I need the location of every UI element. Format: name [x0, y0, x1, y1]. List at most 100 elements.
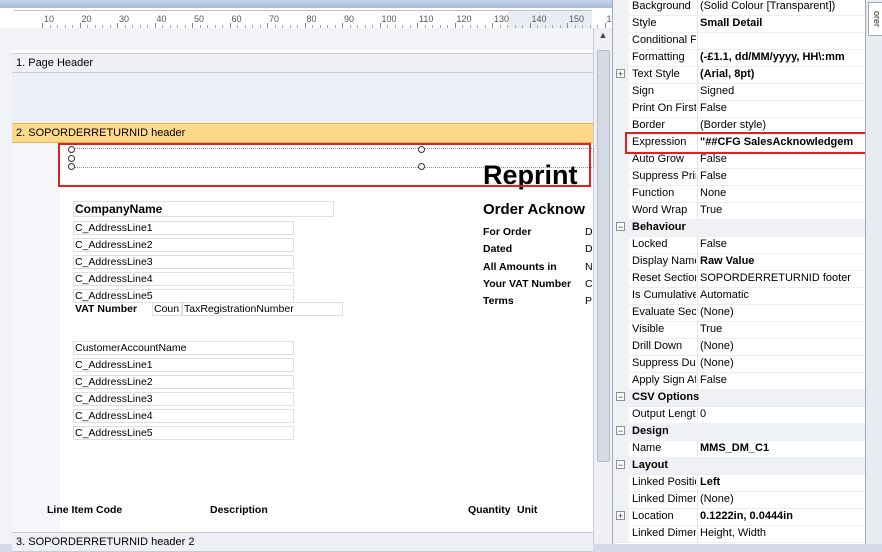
expand-icon[interactable]: + — [616, 511, 625, 521]
property-row[interactable]: Suppress Duplicates (None) — [613, 355, 866, 373]
company-address-line[interactable]: C_AddressLine3 — [73, 255, 294, 269]
property-category[interactable]: − CSV Options — [613, 389, 866, 407]
property-value[interactable]: (-£1.1, dd/MM/yyyy, HH\:mm — [700, 49, 866, 66]
property-value[interactable]: SOPORDERRETURNID footer — [700, 270, 866, 287]
customer-account-field[interactable]: CustomerAccountName — [73, 341, 294, 355]
property-row[interactable]: Print On First False — [613, 100, 866, 118]
property-row[interactable]: Apply Sign After False — [613, 372, 866, 390]
property-row[interactable]: Display Name Raw Value — [613, 253, 866, 271]
property-row[interactable]: Visible True — [613, 321, 866, 339]
property-row[interactable]: Reset Section SOPORDERRETURNID footer — [613, 270, 866, 288]
column-divider — [697, 372, 698, 389]
col-description[interactable]: Description — [210, 504, 268, 516]
customer-address-line[interactable]: C_AddressLine5 — [73, 426, 294, 440]
order-info-value[interactable]: D — [585, 226, 593, 238]
col-line-item-code[interactable]: Line Item Code — [47, 504, 122, 516]
property-value[interactable]: (None) — [700, 355, 866, 372]
vat-country-field[interactable]: Coun — [152, 302, 182, 316]
property-value[interactable]: (Solid Colour [Transparent]) — [700, 0, 866, 15]
property-row[interactable]: Evaluate Section (None) — [613, 304, 866, 322]
property-row[interactable]: Style Small Detail — [613, 15, 866, 33]
side-tab[interactable]: orer — [868, 2, 882, 36]
order-ack-title[interactable]: Order Acknow — [483, 201, 585, 218]
company-address-line[interactable]: C_AddressLine1 — [73, 221, 294, 235]
property-row[interactable]: Name MMS_DM_C1 — [613, 440, 866, 458]
page-header-area[interactable] — [12, 73, 593, 123]
property-row[interactable]: Word Wrap True — [613, 202, 866, 220]
property-value[interactable]: Signed — [700, 83, 866, 100]
company-name-field[interactable]: CompanyName — [73, 201, 334, 217]
property-value[interactable]: False — [700, 236, 866, 253]
property-row[interactable]: Is Cumulative Automatic — [613, 287, 866, 305]
property-value[interactable]: False — [700, 168, 866, 185]
order-info-label[interactable]: Your VAT Number — [483, 278, 571, 290]
col-unit[interactable]: Unit — [517, 504, 537, 516]
property-value[interactable]: 0.1222in, 0.0444in — [700, 508, 866, 525]
property-value[interactable]: False — [700, 372, 866, 389]
property-row[interactable]: Drill Down (None) — [613, 338, 866, 356]
vat-number-label[interactable]: VAT Number — [75, 303, 137, 315]
company-address-line[interactable]: C_AddressLine5 — [73, 289, 294, 303]
collapse-icon[interactable]: − — [616, 426, 625, 436]
property-category[interactable]: − Design — [613, 423, 866, 441]
property-row[interactable]: Background (Solid Colour [Transparent]) — [613, 0, 866, 16]
property-value[interactable] — [700, 32, 866, 49]
property-value[interactable]: True — [700, 202, 866, 219]
scrollbar-thumb[interactable] — [597, 50, 610, 462]
expand-icon[interactable]: + — [616, 69, 625, 79]
order-info-value[interactable]: P — [585, 295, 593, 307]
property-row[interactable]: Suppress Print False — [613, 168, 866, 186]
order-info-value[interactable]: N — [585, 261, 593, 273]
customer-address-line[interactable]: C_AddressLine4 — [73, 409, 294, 423]
property-row[interactable]: Formatting (-£1.1, dd/MM/yyyy, HH\:mm — [613, 49, 866, 67]
customer-address-line[interactable]: C_AddressLine2 — [73, 375, 294, 389]
order-info-label[interactable]: Dated — [483, 243, 512, 255]
property-row[interactable]: Sign Signed — [613, 83, 866, 101]
company-address-line[interactable]: C_AddressLine2 — [73, 238, 294, 252]
property-category[interactable]: − Behaviour — [613, 219, 866, 237]
order-info-value[interactable]: C — [585, 278, 593, 290]
property-value[interactable]: (Arial, 8pt) — [700, 66, 866, 83]
property-row[interactable]: Linked Dimensions Height, Width — [613, 525, 866, 543]
property-row[interactable]: Output Length 0 — [613, 406, 866, 424]
property-row[interactable]: Function None — [613, 185, 866, 203]
company-address-line[interactable]: C_AddressLine4 — [73, 272, 294, 286]
property-value[interactable]: 0 — [700, 406, 866, 423]
customer-address-line[interactable]: C_AddressLine3 — [73, 392, 294, 406]
property-row[interactable]: Conditional Formatting — [613, 32, 866, 50]
property-value[interactable]: False — [700, 100, 866, 117]
property-row[interactable]: Locked False — [613, 236, 866, 254]
property-value[interactable]: True — [700, 321, 866, 338]
property-row[interactable]: + Location 0.1222in, 0.0444in — [613, 508, 866, 526]
order-info-label[interactable]: All Amounts in — [483, 261, 557, 273]
vat-number-field[interactable]: TaxRegistrationNumber — [182, 302, 343, 316]
customer-address-line[interactable]: C_AddressLine1 — [73, 358, 294, 372]
collapse-icon[interactable]: − — [616, 460, 625, 470]
property-value[interactable]: MMS_DM_C1 — [700, 440, 866, 457]
band-group-header[interactable]: 2. SOPORDERRETURNID header — [12, 123, 593, 143]
vertical-scrollbar[interactable]: ▲ — [593, 28, 612, 544]
property-value[interactable]: None — [700, 185, 866, 202]
order-info-value[interactable]: D — [585, 243, 593, 255]
order-info-label[interactable]: Terms — [483, 295, 514, 307]
property-value[interactable]: Left — [700, 474, 866, 491]
property-value[interactable]: (None) — [700, 491, 866, 508]
property-category[interactable]: − Layout — [613, 457, 866, 475]
col-quantity[interactable]: Quantity — [468, 504, 511, 516]
collapse-icon[interactable]: − — [616, 222, 625, 232]
property-value[interactable]: Height, Width — [700, 525, 866, 542]
property-value[interactable]: Automatic — [700, 287, 866, 304]
property-value[interactable]: (None) — [700, 304, 866, 321]
order-info-label[interactable]: For Order — [483, 226, 531, 238]
property-row[interactable]: Linked Position Left — [613, 474, 866, 492]
band-group-header-2[interactable]: 3. SOPORDERRETURNID header 2 — [12, 532, 593, 552]
property-value[interactable]: Small Detail — [700, 15, 866, 32]
band-page-header[interactable]: 1. Page Header — [12, 53, 593, 73]
collapse-icon[interactable]: − — [616, 392, 625, 402]
document-tabs-strip[interactable] — [0, 0, 612, 8]
property-value[interactable]: Raw Value — [700, 253, 866, 270]
property-row[interactable]: + Text Style (Arial, 8pt) — [613, 66, 866, 84]
property-row[interactable]: Linked Dimensions (None) — [613, 491, 866, 509]
scroll-up-arrow-icon[interactable]: ▲ — [594, 30, 612, 44]
property-value[interactable]: (None) — [700, 338, 866, 355]
